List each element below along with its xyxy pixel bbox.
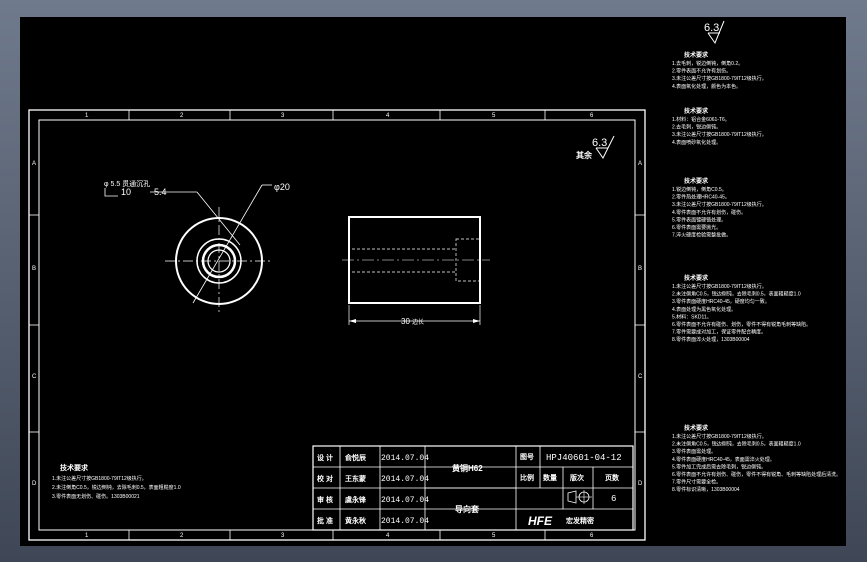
tb-qty-label: 数量 xyxy=(543,473,557,482)
tb-date: 2014.07.04 xyxy=(381,454,429,463)
side-note-line: 4.零件表面不允许有划伤，碰伤。 xyxy=(672,209,746,216)
tb-company: 宏发精密 xyxy=(566,516,594,525)
tb-drawing-no-label: 图号 xyxy=(520,452,534,461)
hole-callout-depth: 10 xyxy=(121,187,131,197)
side-note-heading: 技术要求 xyxy=(684,274,709,282)
inner-note-line: 2.未注倒角C0.5，锐边倒钝，去除毛刺0.5，表面粗糙度1.0 xyxy=(52,484,181,491)
side-note-heading: 技术要求 xyxy=(684,51,709,59)
side-note-line: 6.零件表面不允许有划伤、碰伤，零件不得有锐角、毛刺等缺陷处理后清洗。 xyxy=(672,471,841,478)
tb-role: 审 核 xyxy=(317,495,333,504)
side-note-line: 2.零件热处理HRC40-45。 xyxy=(672,194,730,201)
tb-name: 虞永锋 xyxy=(345,495,367,504)
border-row-label: D xyxy=(32,481,37,487)
side-note-line: 5.零件表面镀硬铬处理。 xyxy=(672,216,726,223)
tb-name: 王东蒙 xyxy=(345,474,366,483)
side-note-line: 4.表面喷砂氧化处理。 xyxy=(672,139,721,146)
side-note-line: 5.零件加工完成后需去除毛刺，锐边倒钝。 xyxy=(672,463,766,470)
side-note-line: 1.未注公差尺寸按GB1800-79IT12级执行。 xyxy=(672,283,767,290)
side-note-line: 7.淬火硬度检验需整批做。 xyxy=(672,232,731,239)
side-note-line: 1.材料：铝合金6061-T6。 xyxy=(672,116,730,123)
tb-scale-label: 比例 xyxy=(520,473,534,482)
tb-page: 6 xyxy=(611,494,616,504)
tb-page-label: 页数 xyxy=(605,473,620,482)
side-note-line: 3.未注公差尺寸按GB1800-79IT12级执行。 xyxy=(672,75,767,82)
side-note-line: 3.未注公差尺寸按GB1800-79IT12级执行。 xyxy=(672,131,767,138)
border-row-label: A xyxy=(32,161,36,167)
tb-material: 黄铜H62 xyxy=(452,463,483,473)
side-note-line: 4.表面处理为黑色氧化处理。 xyxy=(672,306,736,313)
border-row-label: D xyxy=(638,481,643,487)
side-roughness-value: 6.3 xyxy=(704,22,719,34)
side-note-line: 3.未注公差尺寸按GB1800-79IT12级执行。 xyxy=(672,201,767,208)
side-note-line: 7.零件需要成对加工，保证零件配合精度。 xyxy=(672,329,766,336)
side-note-line: 5.材料：SKD11。 xyxy=(672,313,712,320)
border-row-label: C xyxy=(638,374,643,380)
tb-date: 2014.07.04 xyxy=(381,517,429,526)
tb-role: 批 准 xyxy=(317,516,333,525)
side-note-line: 4.零件表面硬度HRC40-45，表面需淬火处理。 xyxy=(672,456,775,463)
side-note-line: 6.零件表面不允许有碰伤、划伤，零件不得有锐角毛刺等缺陷。 xyxy=(672,321,811,328)
side-note-line: 8.零件表面淬火处理，1303B00004 xyxy=(672,336,750,343)
border-row-label: B xyxy=(638,266,642,272)
side-note-line: 2.未注倒角C0.5，锐边倒钝，去除毛刺0.5，表面粗糙度1.0 xyxy=(672,291,801,298)
tb-part-name: 导向套 xyxy=(455,504,480,514)
roughness-value: 6.3 xyxy=(592,137,607,149)
side-note-heading: 技术要求 xyxy=(684,424,709,432)
side-note-line: 3.零件表面需处理。 xyxy=(672,448,716,455)
diameter-label: φ20 xyxy=(274,182,290,192)
tb-role: 校 对 xyxy=(317,474,333,483)
tb-role: 设 计 xyxy=(317,453,333,462)
tb-drawing-no: HPJ40601-04-12 xyxy=(546,453,622,463)
side-note-line: 6.零件表面需要抛光。 xyxy=(672,224,721,231)
tb-name: 黄永秋 xyxy=(345,516,367,525)
side-note-heading: 技术要求 xyxy=(684,177,709,185)
tb-date: 2014.07.04 xyxy=(381,496,429,505)
roughness-remaining-label: 其余 xyxy=(576,150,593,160)
hole-callout-spot: 5.4 xyxy=(154,187,167,197)
inner-notes-heading: 技术要求 xyxy=(60,463,89,472)
tb-version-label: 版次 xyxy=(570,473,584,482)
tb-date: 2014.07.04 xyxy=(381,475,429,484)
side-note-line: 7.零件尺寸需要全检。 xyxy=(672,479,721,486)
tb-name: 俞悦辰 xyxy=(344,453,367,462)
side-note-line: 2.零件表面不允许有划伤。 xyxy=(672,68,731,75)
side-note-line: 1.未注公差尺寸按GB1800-79IT12级执行。 xyxy=(672,433,767,440)
border-row-label: B xyxy=(32,266,36,272)
side-note-heading: 技术要求 xyxy=(684,107,709,115)
length-label-suffix: 边长 xyxy=(412,318,424,326)
cad-drawing-canvas: 123456 123456 ABCD ABCD 6.3 其余 6.3 φ 5.5… xyxy=(20,17,846,546)
length-label: 30 xyxy=(401,317,410,326)
inner-note-line: 1.未注公差尺寸按GB1800-79IT12级执行。 xyxy=(52,475,147,482)
inner-note-line: 3.零件表面无划伤、碰伤。1303B00021 xyxy=(52,493,140,500)
side-note-line: 8.零件标识清晰，1303B00004 xyxy=(672,486,740,493)
side-note-line: 3.零件表面硬度HRC40-45，硬度均匀一致。 xyxy=(672,298,770,305)
border-row-label: A xyxy=(638,161,642,167)
side-note-line: 2.去毛刺，锐边倒钝。 xyxy=(672,124,721,131)
side-note-line: 4.表面氧化处理，颜色为本色。 xyxy=(672,83,741,90)
side-note-line: 1.锐边倒钝，倒角C0.5。 xyxy=(672,186,727,193)
side-note-line: 1.去毛刺，锐边倒钝，倒角0.2。 xyxy=(672,60,743,67)
border-row-label: C xyxy=(32,374,37,380)
side-note-line: 2.未注倒角C0.5，锐边倒钝，去除毛刺0.5，表面粗糙度1.0 xyxy=(672,441,801,448)
tb-logo: HFE xyxy=(528,514,553,528)
